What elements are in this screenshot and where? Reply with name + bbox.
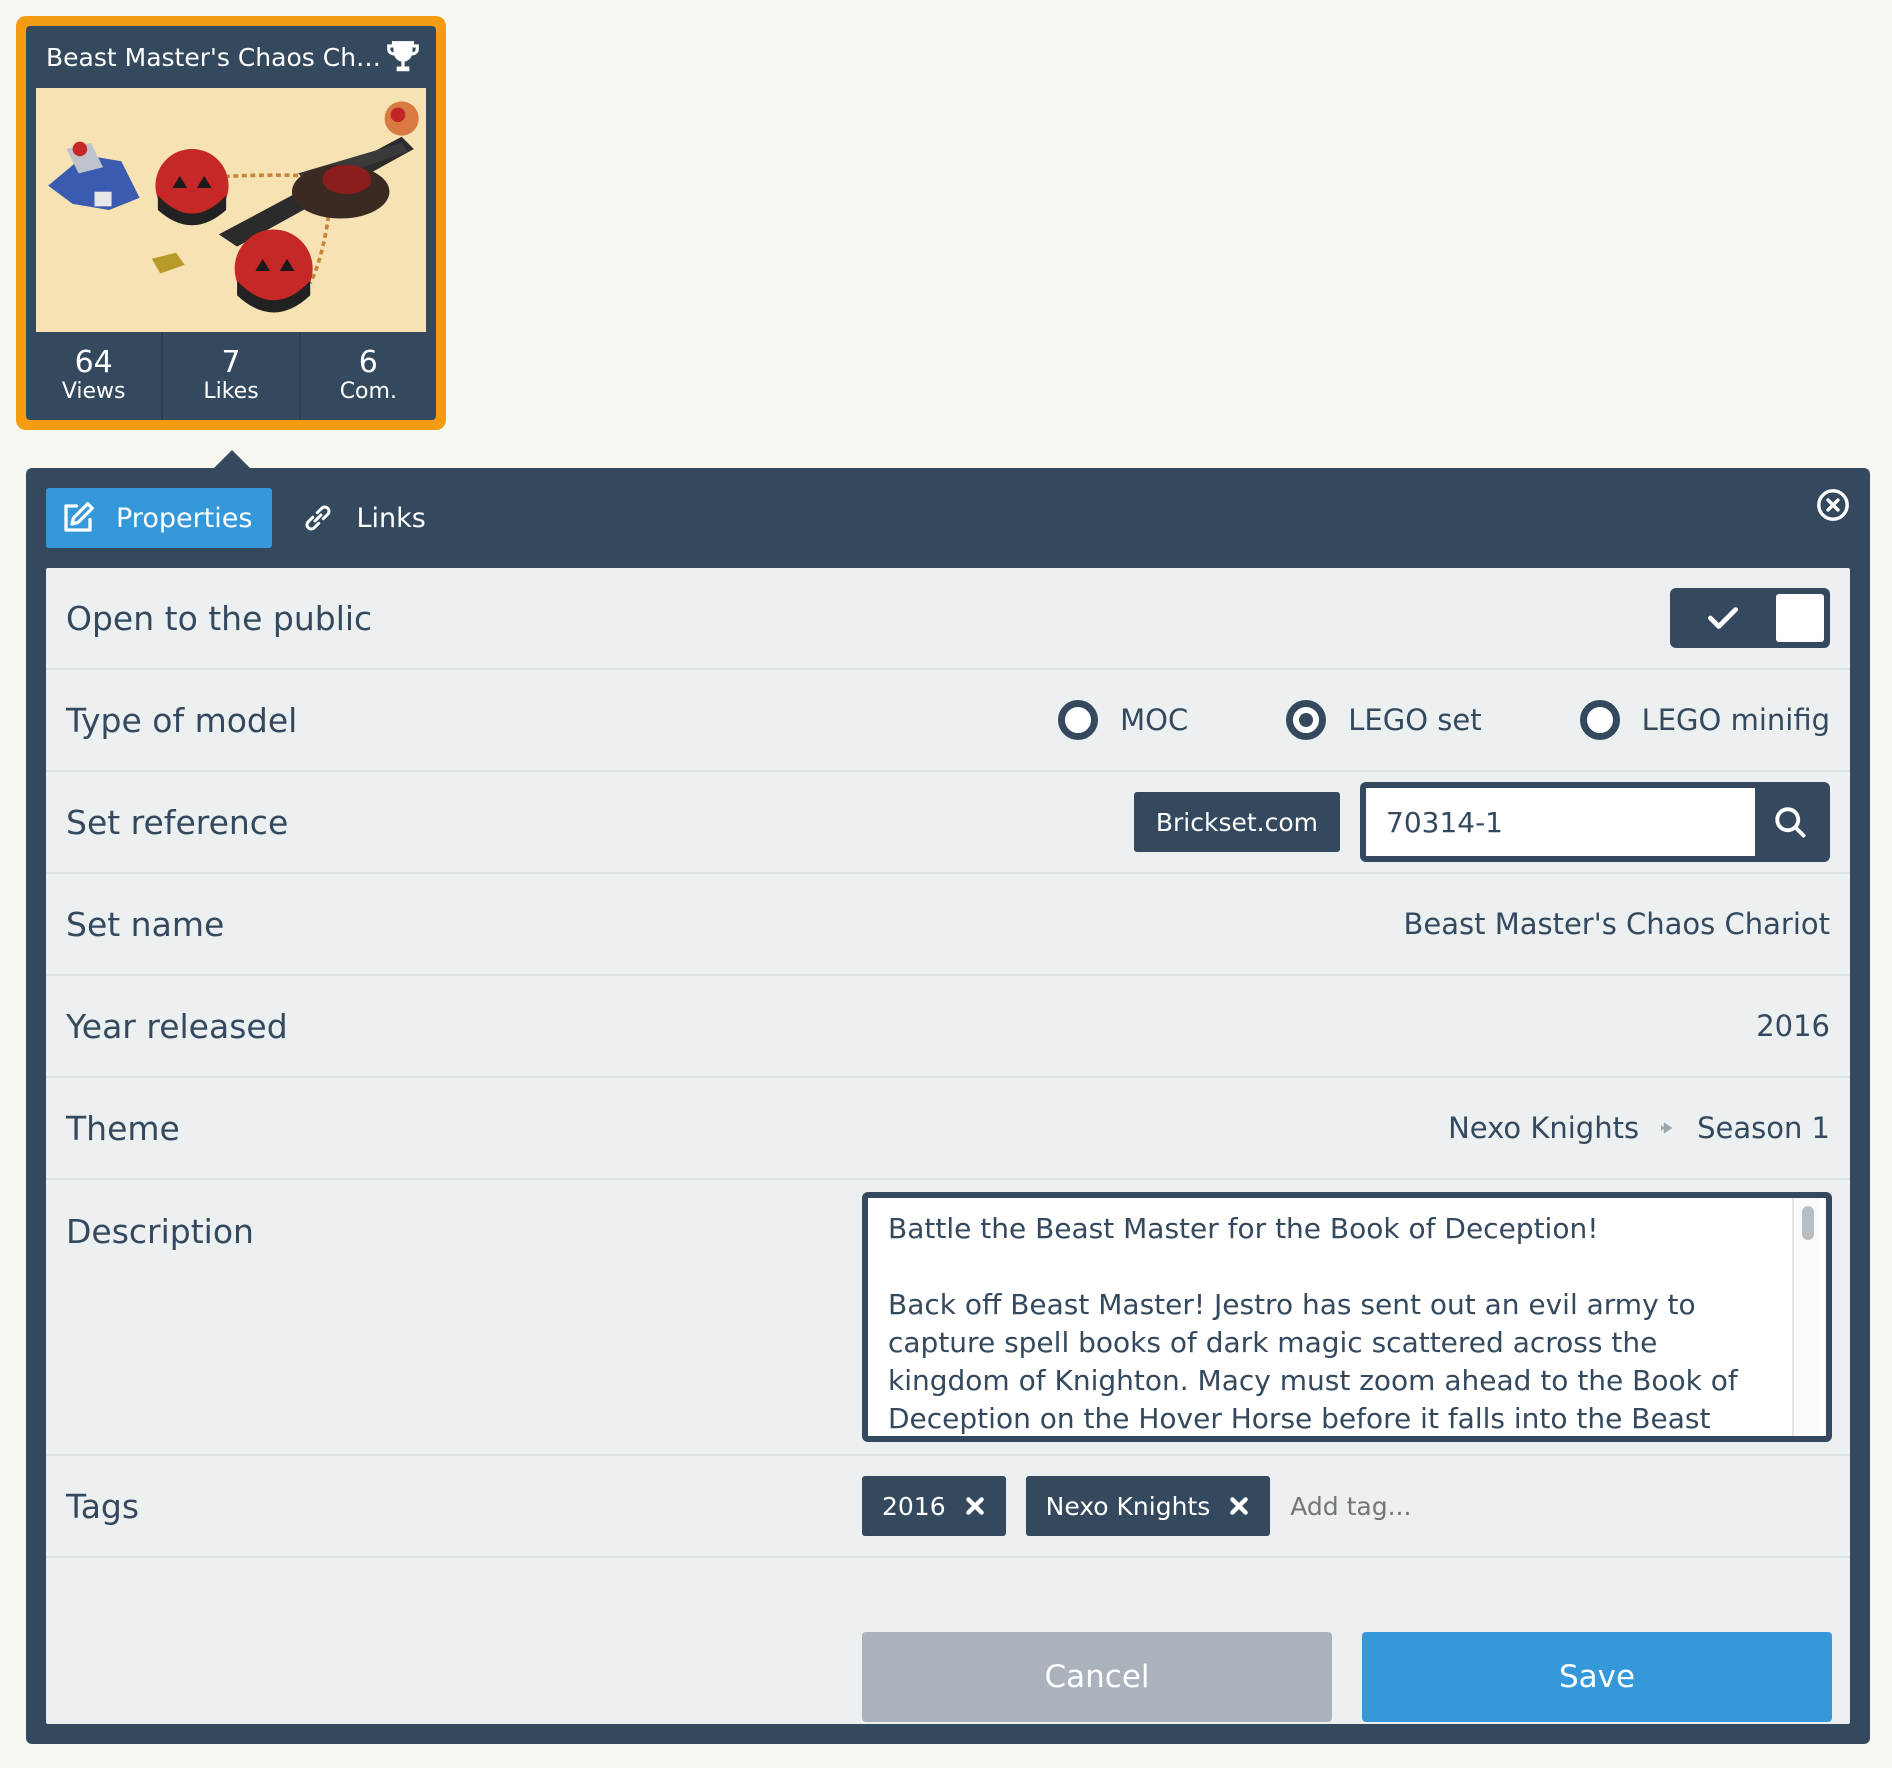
search-icon	[1774, 807, 1805, 838]
check-icon	[1708, 607, 1738, 629]
close-icon[interactable]	[1816, 488, 1850, 522]
radio-circle-selected	[1286, 700, 1327, 740]
radio-circle	[1058, 700, 1099, 740]
row-description: Description Battle the Beast Master for …	[46, 1180, 1850, 1456]
tag-chip: Nexo Knights	[1025, 1476, 1271, 1536]
description-textarea[interactable]: Battle the Beast Master for the Book of …	[862, 1192, 1832, 1442]
card-header: Beast Master's Chaos Cha...	[26, 26, 436, 88]
set-reference-input[interactable]	[1366, 788, 1755, 856]
properties-panel: Properties Links Open to the public Type…	[26, 468, 1870, 1744]
card-stats: 64 Views 7 Likes 6 Com.	[26, 332, 436, 420]
row-set-reference: Set reference Brickset.com	[46, 772, 1850, 874]
type-radio-group: MOC LEGO set LEGO minifig	[1058, 700, 1830, 740]
set-reference-label: Set reference	[66, 802, 289, 842]
row-tags: Tags 2016 Nexo Knights	[46, 1456, 1850, 1558]
row-set-name: Set name Beast Master's Chaos Chariot	[46, 874, 1850, 976]
add-tag-input[interactable]	[1290, 1491, 1541, 1521]
panel-pointer	[212, 450, 252, 470]
type-label: Type of model	[66, 700, 298, 740]
radio-moc[interactable]: MOC	[1058, 700, 1188, 740]
edit-icon	[64, 502, 94, 532]
public-label: Open to the public	[66, 598, 373, 638]
theme-part: Season 1	[1697, 1111, 1830, 1145]
model-card[interactable]: Beast Master's Chaos Cha... 64 Views 7 L…	[16, 16, 446, 430]
stat-views: 64 Views	[26, 332, 164, 420]
brickset-button[interactable]: Brickset.com	[1133, 792, 1340, 852]
public-toggle[interactable]	[1670, 588, 1830, 648]
model-image	[36, 88, 426, 332]
tags-label: Tags	[66, 1486, 140, 1526]
stat-comments: 6 Com.	[339, 345, 397, 405]
remove-tag-icon[interactable]	[1228, 1495, 1250, 1517]
description-scrollbar[interactable]	[1792, 1198, 1820, 1436]
set-name-value: Beast Master's Chaos Chariot	[1403, 907, 1830, 941]
row-public: Open to the public	[46, 568, 1850, 670]
radio-lego-set[interactable]: LEGO set	[1286, 700, 1482, 740]
search-button[interactable]	[1755, 788, 1824, 856]
row-type: Type of model MOC LEGO set LEGO minifig	[46, 670, 1850, 772]
set-reference-search	[1360, 782, 1830, 862]
row-theme: Theme Nexo Knights Season 1	[46, 1078, 1850, 1180]
tab-links[interactable]: Links	[286, 488, 445, 548]
radio-lego-minifig[interactable]: LEGO minifig	[1579, 700, 1830, 740]
trophy-icon	[387, 41, 419, 72]
remove-tag-icon[interactable]	[964, 1495, 986, 1517]
save-button[interactable]: Save	[1362, 1632, 1832, 1722]
tab-properties[interactable]: Properties	[46, 488, 273, 548]
radio-circle	[1579, 700, 1620, 740]
theme-breadcrumb: Nexo Knights Season 1	[1448, 1111, 1830, 1145]
set-name-label: Set name	[66, 904, 225, 944]
year-label: Year released	[66, 1006, 288, 1046]
description-text: Battle the Beast Master for the Book of …	[888, 1212, 1738, 1435]
row-year: Year released 2016	[46, 976, 1850, 1078]
panel-tabs: Properties Links	[46, 488, 460, 548]
model-thumbnail[interactable]	[36, 88, 426, 332]
properties-form: Open to the public Type of model MOC LEG…	[46, 568, 1850, 1724]
chevron-right-icon	[1661, 1122, 1673, 1134]
theme-label: Theme	[66, 1108, 180, 1148]
theme-part: Nexo Knights	[1448, 1111, 1640, 1145]
year-value: 2016	[1756, 1009, 1830, 1043]
description-label: Description	[66, 1212, 254, 1251]
stat-likes: 7 Likes	[163, 332, 301, 420]
tags-list: 2016 Nexo Knights	[862, 1456, 1541, 1556]
toggle-knob	[1776, 594, 1824, 642]
cancel-button[interactable]: Cancel	[862, 1632, 1332, 1722]
tag-chip: 2016	[862, 1476, 1006, 1536]
scrollbar-thumb[interactable]	[1802, 1206, 1814, 1240]
card-title: Beast Master's Chaos Cha...	[46, 42, 384, 72]
link-icon	[305, 505, 331, 531]
